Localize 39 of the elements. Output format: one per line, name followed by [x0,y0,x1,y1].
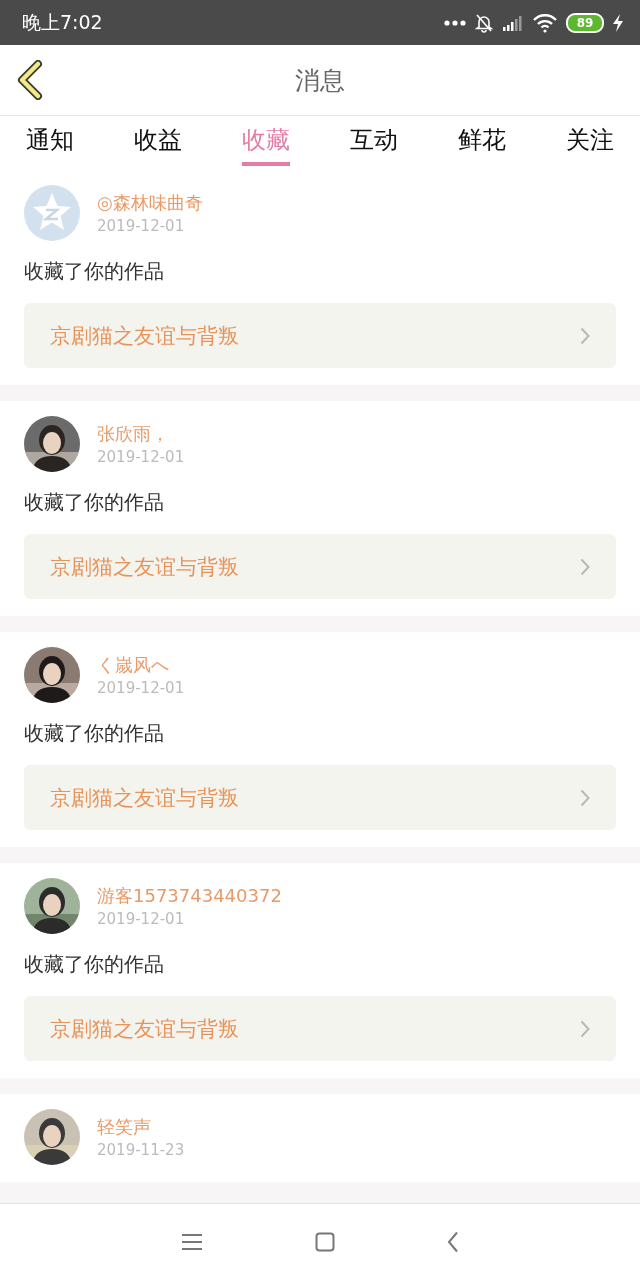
chevron-right-icon [580,326,590,345]
message-date: 2019-12-01 [97,679,185,697]
chevron-right-icon [580,788,590,807]
tab[interactable]: 关注 [566,116,614,162]
tab[interactable]: 收藏 [242,116,290,166]
message-date: 2019-11-23 [97,1141,185,1159]
signal-icon [502,13,524,32]
work-link[interactable]: 京剧猫之友谊与背叛 [24,996,616,1061]
menu-icon[interactable] [181,1233,203,1251]
status-time: 晚上7:02 [22,9,103,35]
back-icon[interactable] [16,60,44,100]
chevron-right-icon [580,557,590,576]
work-link[interactable]: 京剧猫之友谊与背叛 [24,534,616,599]
home-icon[interactable] [315,1232,335,1252]
message-text: 收藏了你的作品 [24,951,165,978]
message-date: 2019-12-01 [97,217,186,235]
user-name[interactable]: 张欣雨， [97,422,185,446]
battery-indicator: 89 [566,12,604,33]
message-date: 2019-12-01 [97,910,186,928]
more-dots-icon [444,19,466,26]
tab[interactable]: 通知 [26,116,74,162]
message-text: 收藏了你的作品 [24,489,165,516]
tab[interactable]: 鲜花 [458,116,506,162]
page-title: 消息 [295,64,345,97]
user-name[interactable]: 游客1573743440372 [97,884,282,908]
message-text: 收藏了你的作品 [24,720,165,747]
muted-bell-icon [474,12,494,33]
wifi-icon [532,12,558,33]
work-link[interactable]: 京剧猫之友谊与背叛 [24,303,616,368]
user-name[interactable]: 轻笑声 [97,1115,185,1139]
chevron-right-icon [580,1019,590,1038]
user-name[interactable]: く嵗风へ [97,653,185,677]
user-name[interactable]: ◎森林味曲奇 [97,191,203,215]
tab[interactable]: 收益 [134,116,182,162]
charging-bolt-icon [612,13,624,32]
work-link[interactable]: 京剧猫之友谊与背叛 [24,765,616,830]
tab[interactable]: 互动 [350,116,398,162]
message-text: 收藏了你的作品 [24,258,165,285]
message-date: 2019-12-01 [97,448,185,466]
